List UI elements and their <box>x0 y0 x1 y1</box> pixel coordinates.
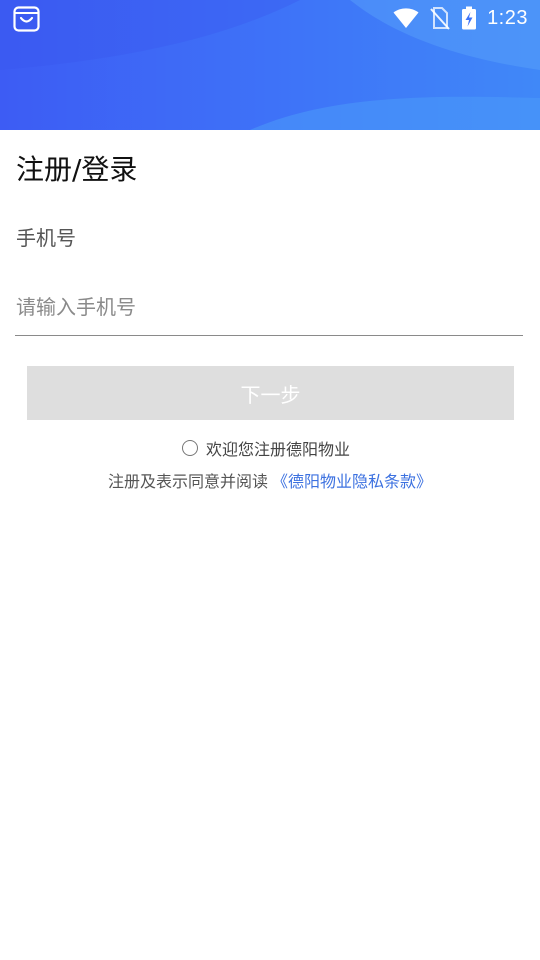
privacy-terms-link[interactable]: 《德阳物业隐私条款》 <box>272 468 432 492</box>
page-title: 注册/登录 <box>16 153 138 186</box>
phone-input[interactable] <box>15 278 523 336</box>
battery-charging-icon <box>462 6 477 30</box>
phone-label: 手机号 <box>16 226 76 250</box>
status-bar: 1:23 <box>0 0 540 36</box>
terms-prefix: 注册及表示同意并阅读 <box>107 472 268 491</box>
header-banner: 1:23 <box>0 0 540 130</box>
terms-row: 注册及表示同意并阅读 《德阳物业隐私条款》 <box>0 468 540 492</box>
no-sim-icon <box>430 7 450 30</box>
app-bag-icon <box>13 6 40 32</box>
status-time: 1:23 <box>487 6 528 29</box>
next-step-button[interactable]: 下一步 <box>27 366 514 420</box>
wifi-icon <box>393 8 419 28</box>
agree-radio[interactable] <box>181 440 198 456</box>
agree-label: 欢迎您注册德阳物业 <box>205 440 350 459</box>
agree-row: 欢迎您注册德阳物业 <box>0 436 540 460</box>
